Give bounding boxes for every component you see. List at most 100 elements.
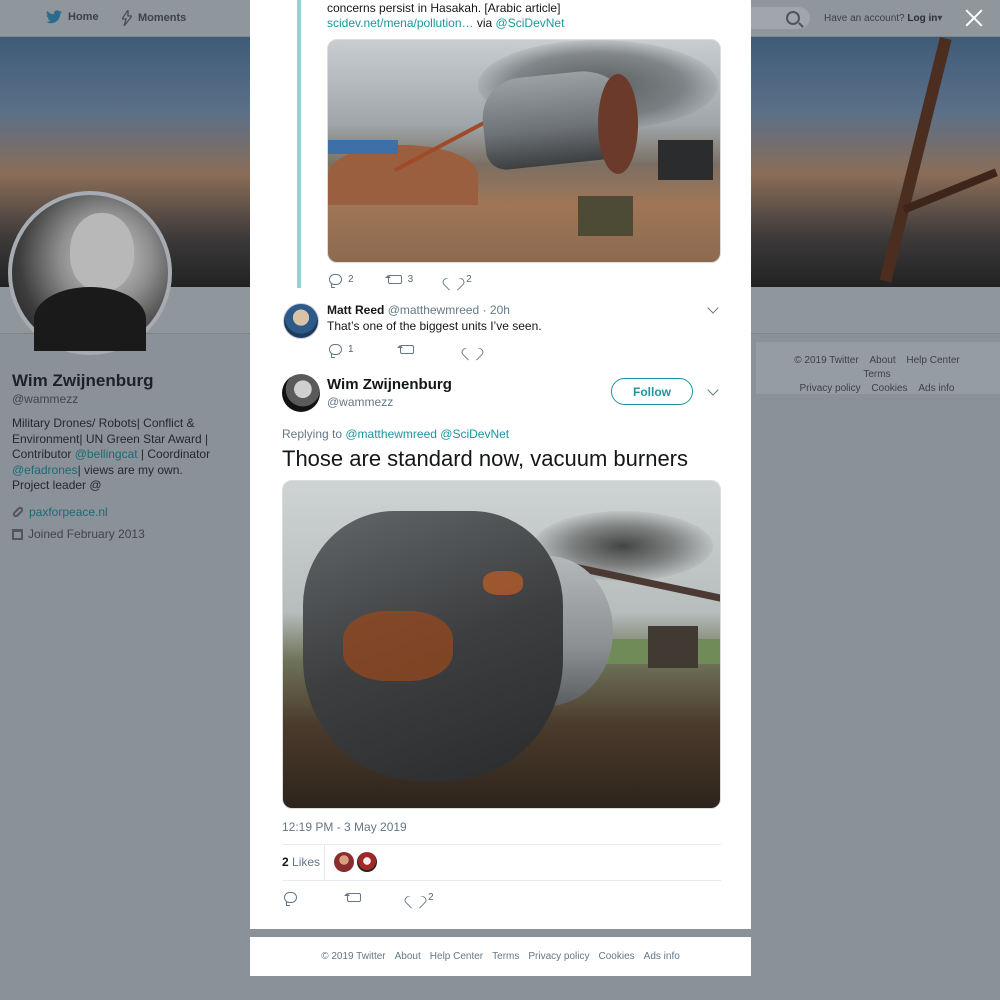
bio-mention-efadrones[interactable]: @efadrones bbox=[12, 463, 78, 477]
original-tweet-photo[interactable] bbox=[327, 39, 721, 263]
reply-button[interactable] bbox=[284, 891, 297, 906]
footer-copyright: © 2019 Twitter bbox=[321, 951, 386, 962]
bio-text: | Coordinator bbox=[137, 447, 211, 461]
account-login[interactable]: Have an account? Log in▾ bbox=[824, 13, 942, 24]
footer-about[interactable]: About bbox=[395, 951, 421, 962]
caret-down-icon: ▾ bbox=[937, 13, 943, 24]
photo-cloth bbox=[578, 196, 633, 236]
profile-bio: Military Drones/ Robots| Conflict & Envi… bbox=[12, 416, 222, 494]
main-tweet-text: Those are standard now, vacuum burners bbox=[282, 446, 689, 471]
footer-about[interactable]: About bbox=[869, 355, 895, 366]
photo-container bbox=[658, 140, 713, 180]
reply-author-handle[interactable]: @matthewmreed bbox=[388, 303, 480, 317]
footer-copyright: © 2019 Twitter bbox=[794, 355, 859, 366]
footer-cookies[interactable]: Cookies bbox=[599, 951, 635, 962]
divider bbox=[282, 844, 721, 845]
profile-joined: Joined February 2013 bbox=[12, 527, 145, 541]
retweet-count: 3 bbox=[407, 273, 414, 285]
tweet-timestamp[interactable]: 12:19 PM - 3 May 2019 bbox=[282, 820, 407, 834]
like-button[interactable] bbox=[466, 343, 479, 355]
original-tweet-actions: 2 3 2 bbox=[329, 273, 496, 288]
replying-prefix: Replying to bbox=[282, 427, 346, 441]
likes-number: 2 bbox=[282, 855, 289, 869]
footer-cookies[interactable]: Cookies bbox=[871, 383, 907, 394]
replying-to: Replying to @matthewmreed @SciDevNet bbox=[282, 427, 509, 441]
account-prefix: Have an account? bbox=[824, 13, 905, 24]
sidebar-footer: © 2019 Twitter About Help Center Terms P… bbox=[772, 354, 982, 396]
retweet-icon bbox=[396, 344, 414, 354]
nav-home[interactable]: Home bbox=[46, 10, 99, 24]
calendar-icon bbox=[12, 528, 23, 540]
conversation-thread-line bbox=[297, 0, 301, 288]
heart-icon bbox=[409, 891, 422, 903]
follow-button[interactable]: Follow bbox=[611, 378, 693, 405]
divider bbox=[324, 845, 325, 880]
nav-moments-label: Moments bbox=[138, 12, 187, 24]
avatar-body bbox=[34, 287, 146, 351]
reply-button[interactable]: 1 bbox=[329, 343, 354, 358]
likes-label: Likes bbox=[288, 855, 321, 869]
like-button[interactable]: 2 bbox=[447, 273, 472, 285]
website-link[interactable]: paxforpeace.nl bbox=[29, 505, 108, 519]
footer-privacy[interactable]: Privacy policy bbox=[800, 383, 861, 394]
footer-ads-info[interactable]: Ads info bbox=[918, 383, 954, 394]
footer-terms[interactable]: Terms bbox=[863, 369, 890, 380]
reply-button[interactable]: 2 bbox=[329, 273, 354, 288]
main-author-handle[interactable]: @wammezz bbox=[327, 395, 393, 409]
chevron-down-icon[interactable] bbox=[707, 302, 719, 314]
link-icon bbox=[11, 505, 25, 519]
retweet-icon bbox=[384, 274, 402, 284]
reply-count: 2 bbox=[348, 273, 354, 285]
reply-author-name[interactable]: Matt Reed bbox=[327, 303, 384, 317]
reply-author-avatar[interactable] bbox=[283, 303, 319, 339]
reply-icon bbox=[284, 891, 297, 906]
reply-time[interactable]: · 20h bbox=[479, 303, 510, 317]
heart-icon bbox=[447, 273, 460, 285]
article-link[interactable]: scidev.net/mena/pollution… bbox=[327, 16, 474, 30]
profile-name: Wim Zwijnenburg bbox=[12, 371, 154, 390]
like-button[interactable]: 2 bbox=[409, 891, 434, 903]
footer-help-center[interactable]: Help Center bbox=[906, 355, 959, 366]
likes-count[interactable]: 2 Likes bbox=[282, 855, 320, 869]
reply-tweet-text: That’s one of the biggest units I’ve see… bbox=[327, 319, 542, 333]
close-icon[interactable] bbox=[962, 6, 986, 30]
twitter-bird-icon bbox=[46, 10, 62, 24]
bio-mention-bellingcat[interactable]: @bellingcat bbox=[75, 447, 138, 461]
photo-rust-patch bbox=[483, 571, 523, 595]
reply-tweet-actions: 1 bbox=[329, 343, 503, 358]
footer-help-center[interactable]: Help Center bbox=[430, 951, 483, 962]
retweet-button[interactable] bbox=[344, 892, 361, 902]
avatar-head bbox=[70, 213, 134, 291]
main-author-avatar[interactable] bbox=[282, 374, 320, 412]
via-mention-scidevnet[interactable]: @SciDevNet bbox=[496, 16, 565, 30]
main-author-name[interactable]: Wim Zwijnenburg bbox=[327, 376, 452, 393]
photo-dirt-mound bbox=[328, 145, 478, 205]
retweet-button[interactable] bbox=[396, 344, 414, 354]
login-link[interactable]: Log in bbox=[907, 13, 937, 24]
nav-home-label: Home bbox=[68, 11, 99, 23]
profile-handle: @wammezz bbox=[12, 392, 79, 406]
profile-avatar[interactable] bbox=[8, 191, 172, 355]
replying-handles[interactable]: @matthewmreed @SciDevNet bbox=[345, 427, 509, 441]
retweet-icon bbox=[344, 892, 361, 902]
liker-avatar[interactable] bbox=[334, 852, 354, 872]
nav-moments[interactable]: Moments bbox=[122, 10, 186, 26]
like-count: 2 bbox=[428, 891, 434, 903]
footer-privacy[interactable]: Privacy policy bbox=[528, 951, 589, 962]
modal-footer: © 2019 Twitter About Help Center Terms P… bbox=[250, 937, 751, 976]
chevron-down-icon[interactable] bbox=[707, 384, 719, 396]
footer-terms[interactable]: Terms bbox=[492, 951, 519, 962]
like-count: 2 bbox=[466, 273, 472, 285]
banner-structure bbox=[879, 37, 952, 283]
photo-blue-tarp bbox=[328, 140, 398, 154]
divider bbox=[282, 880, 721, 881]
photo-rust-patch bbox=[343, 611, 453, 681]
retweet-button[interactable]: 3 bbox=[384, 273, 414, 285]
main-tweet-photo[interactable] bbox=[282, 480, 721, 809]
search-icon bbox=[786, 11, 800, 25]
footer-ads-info[interactable]: Ads info bbox=[644, 951, 680, 962]
original-tweet-text: concerns persist in Hasakah. [Arabic art… bbox=[327, 1, 561, 15]
liker-avatar[interactable] bbox=[357, 852, 377, 872]
reply-count: 1 bbox=[348, 343, 354, 355]
reply-icon bbox=[329, 343, 342, 358]
